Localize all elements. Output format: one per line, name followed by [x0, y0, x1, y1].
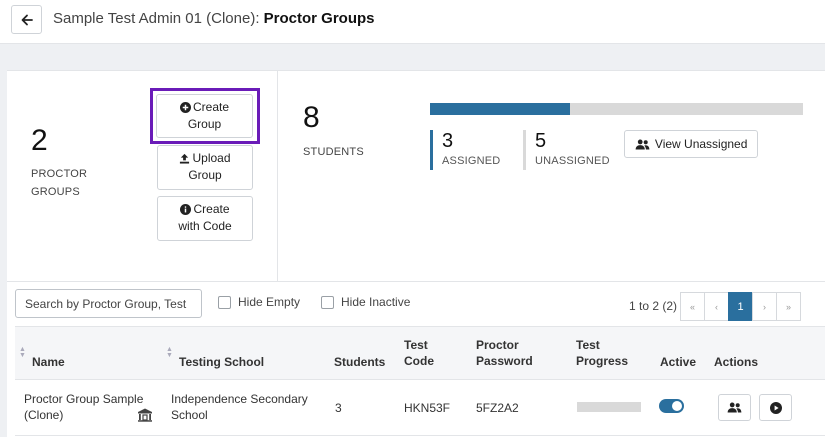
hide-empty-label: Hide Empty	[238, 295, 301, 309]
pagination: « ‹ 1 › »	[680, 292, 801, 321]
assigned-label: ASSIGNED	[442, 155, 501, 167]
assignment-progress-fill	[430, 103, 570, 115]
column-header-test-code-line1: Test	[404, 338, 428, 352]
hide-empty-box[interactable]	[218, 295, 231, 309]
pager-next-button[interactable]: ›	[752, 292, 777, 321]
hide-empty-checkbox[interactable]: Hide Empty	[218, 295, 300, 309]
create-code-label-line1: Create	[193, 202, 230, 216]
column-header-proctor-password-line1: Proctor	[476, 338, 519, 352]
row-name-line2: (Clone)	[24, 408, 64, 422]
sort-school-icon[interactable]: ▲ ▼	[166, 346, 173, 359]
students-count: 8	[303, 101, 320, 134]
column-header-name[interactable]: Name	[32, 354, 65, 370]
row-start-test-button[interactable]	[759, 394, 792, 421]
table-header: ▲ ▼ Name ▲ ▼ Testing School Students Test …	[15, 326, 825, 380]
table-row: Proctor Group Sample (Clone) Independenc…	[15, 380, 825, 436]
assignment-progress-bar	[430, 103, 803, 115]
hide-inactive-checkbox[interactable]: Hide Inactive	[321, 295, 410, 309]
row-name-line1: Proctor Group Sample	[24, 392, 144, 406]
column-header-school[interactable]: Testing School	[179, 354, 264, 370]
create-with-code-button[interactable]: Create with Code	[157, 196, 253, 241]
page-title-prefix: Sample Test Admin 01 (Clone):	[53, 10, 264, 27]
column-header-proctor-password: Proctor Password	[476, 337, 533, 369]
top-bar: Sample Test Admin 01 (Clone): Proctor Gr…	[0, 0, 825, 44]
pager-prev-button[interactable]: ‹	[704, 292, 729, 321]
info-circle-icon	[180, 204, 192, 215]
row-manage-students-button[interactable]	[718, 394, 751, 421]
column-header-actions: Actions	[714, 355, 759, 369]
users-icon	[635, 139, 649, 150]
pager-page-button[interactable]: 1	[728, 292, 753, 321]
row-school-line2: School	[171, 408, 208, 422]
row-test-progress-bar	[577, 402, 641, 412]
proctor-groups-card: 2 PROCTOR GROUPS Create Group Upload Gro…	[7, 70, 825, 437]
proctor-groups-label-line2: GROUPS	[31, 186, 80, 198]
sort-name-icon[interactable]: ▲ ▼	[19, 346, 26, 359]
row-students: 3	[335, 401, 342, 415]
toolbar-divider	[7, 281, 825, 282]
school-building-icon	[138, 408, 152, 422]
unassigned-label: UNASSIGNED	[535, 155, 610, 167]
proctor-groups-label-line1: PROCTOR	[31, 168, 88, 180]
selection-highlight	[150, 88, 260, 144]
row-active-toggle[interactable]	[659, 399, 684, 413]
unassigned-stat: 5 UNASSIGNED	[523, 130, 610, 170]
proctor-groups-count: 2	[31, 124, 48, 157]
hide-inactive-box[interactable]	[321, 295, 334, 309]
proctor-groups-label: PROCTOR GROUPS	[31, 165, 87, 201]
column-header-students: Students	[334, 355, 386, 369]
view-unassigned-label: View Unassigned	[654, 137, 748, 151]
pager-last-button[interactable]: »	[776, 292, 801, 321]
arrow-left-icon	[21, 14, 33, 25]
column-header-active: Active	[660, 355, 697, 369]
students-label: STUDENTS	[303, 146, 364, 158]
view-unassigned-button[interactable]: View Unassigned	[624, 130, 758, 158]
row-test-code: HKN53F	[404, 401, 451, 415]
upload-group-button[interactable]: Upload Group	[157, 145, 253, 190]
upload-group-label-line2: Group	[188, 168, 222, 182]
row-school: Independence Secondary School	[171, 391, 308, 423]
column-header-proctor-password-line2: Password	[476, 354, 533, 368]
row-name: Proctor Group Sample (Clone)	[24, 391, 143, 423]
column-header-test-progress-line1: Test	[576, 338, 600, 352]
hide-inactive-label: Hide Inactive	[341, 295, 411, 309]
row-school-line1: Independence Secondary	[171, 392, 308, 406]
upload-icon	[180, 153, 190, 164]
column-header-test-progress-line2: Progress	[576, 354, 629, 368]
play-circle-icon	[769, 401, 782, 414]
assigned-stat: 3 ASSIGNED	[430, 130, 500, 170]
assigned-count: 3	[442, 130, 454, 152]
pager-first-button[interactable]: «	[680, 292, 705, 321]
users-icon	[727, 402, 742, 413]
pager-info: 1 to 2 (2)	[629, 299, 678, 313]
page-title: Sample Test Admin 01 (Clone): Proctor Gr…	[53, 10, 375, 27]
page-title-main: Proctor Groups	[263, 10, 375, 27]
search-input[interactable]	[15, 289, 202, 318]
proctor-groups-summary: 2 PROCTOR GROUPS Create Group Upload Gro…	[7, 71, 278, 281]
back-button[interactable]	[11, 5, 42, 34]
upload-group-label-line1: Upload	[192, 151, 231, 165]
unassigned-count: 5	[535, 130, 547, 152]
column-header-test-code: Test Code	[404, 337, 434, 369]
column-header-test-code-line2: Code	[404, 354, 434, 368]
create-code-label-line2: with Code	[178, 219, 232, 233]
row-proctor-password: 5FZ2A2	[476, 401, 519, 415]
column-header-test-progress: Test Progress	[576, 337, 628, 369]
